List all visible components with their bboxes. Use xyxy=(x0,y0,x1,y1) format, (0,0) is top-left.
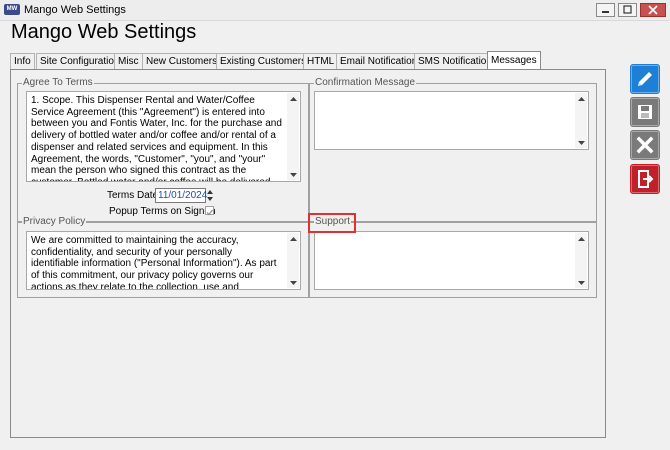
tab-email-notification[interactable]: Email Notification xyxy=(336,53,422,69)
privacy-policy-textarea[interactable]: We are committed to maintaining the accu… xyxy=(26,231,301,290)
agree-to-terms-text: 1. Scope. This Dispenser Rental and Wate… xyxy=(31,95,282,181)
pencil-icon xyxy=(638,72,652,86)
window-title: Mango Web Settings xyxy=(24,4,126,16)
cancel-button[interactable] xyxy=(630,130,660,160)
maximize-icon xyxy=(623,5,632,14)
app-icon: MW xyxy=(4,4,20,15)
scroll-down-arrow-icon[interactable] xyxy=(288,169,298,180)
close-window-button[interactable] xyxy=(640,3,666,17)
save-button[interactable] xyxy=(630,97,660,127)
tab-misc[interactable]: Misc xyxy=(114,53,143,69)
scroll-down-arrow-icon[interactable] xyxy=(288,277,298,288)
scroll-up-arrow-icon[interactable] xyxy=(288,93,298,104)
support-highlight-box xyxy=(308,213,356,233)
tab-html[interactable]: HTML xyxy=(303,53,339,69)
tab-messages[interactable]: Messages xyxy=(487,51,541,70)
tab-site-configuration[interactable]: Site Configuration xyxy=(36,53,124,69)
popup-terms-label: Popup Terms on Sign-in xyxy=(109,206,216,217)
scroll-up-arrow-icon[interactable] xyxy=(288,233,298,244)
confirmation-message-label: Confirmation Message xyxy=(314,77,417,89)
tab-info[interactable]: Info xyxy=(10,53,35,69)
exit-button[interactable] xyxy=(630,164,660,194)
support-textarea[interactable] xyxy=(314,231,589,290)
maximize-button[interactable] xyxy=(618,3,637,17)
checkmark-icon xyxy=(206,209,213,216)
privacy-policy-label: Privacy Policy xyxy=(22,216,87,228)
page-title: Mango Web Settings xyxy=(11,21,197,43)
exit-icon xyxy=(638,170,654,188)
scroll-up-arrow-icon[interactable] xyxy=(576,233,586,244)
title-bar: MW Mango Web Settings xyxy=(0,0,670,21)
tab-existing-customers[interactable]: Existing Customers xyxy=(216,53,311,69)
edit-button[interactable] xyxy=(630,64,660,94)
terms-date-label: Terms Date xyxy=(107,190,159,201)
terms-date-input[interactable]: 11/01/2024 xyxy=(155,188,207,203)
agree-to-terms-label: Agree To Terms xyxy=(22,77,94,89)
close-window-icon xyxy=(648,5,658,15)
privacy-policy-text: We are committed to maintaining the accu… xyxy=(31,235,277,290)
support-scrollbar[interactable] xyxy=(575,233,587,288)
tab-sms-notification[interactable]: SMS Notification xyxy=(414,53,496,69)
popup-terms-checkbox[interactable] xyxy=(205,206,214,216)
save-icon xyxy=(638,105,652,119)
privacy-policy-scrollbar[interactable] xyxy=(287,233,299,288)
confirmation-message-scrollbar[interactable] xyxy=(575,93,587,148)
terms-date-spinner[interactable] xyxy=(206,188,214,203)
agree-to-terms-textarea[interactable]: 1. Scope. This Dispenser Rental and Wate… xyxy=(26,91,301,182)
spinner-arrows-icon xyxy=(207,190,213,201)
scroll-down-arrow-icon[interactable] xyxy=(576,137,586,148)
confirmation-message-textarea[interactable] xyxy=(314,91,589,150)
tab-new-customers[interactable]: New Customers xyxy=(142,53,222,69)
close-icon xyxy=(636,136,654,154)
scroll-down-arrow-icon[interactable] xyxy=(576,277,586,288)
minimize-icon xyxy=(602,11,609,13)
scroll-up-arrow-icon[interactable] xyxy=(576,93,586,104)
minimize-button[interactable] xyxy=(596,3,615,17)
agree-to-terms-scrollbar[interactable] xyxy=(287,93,299,180)
